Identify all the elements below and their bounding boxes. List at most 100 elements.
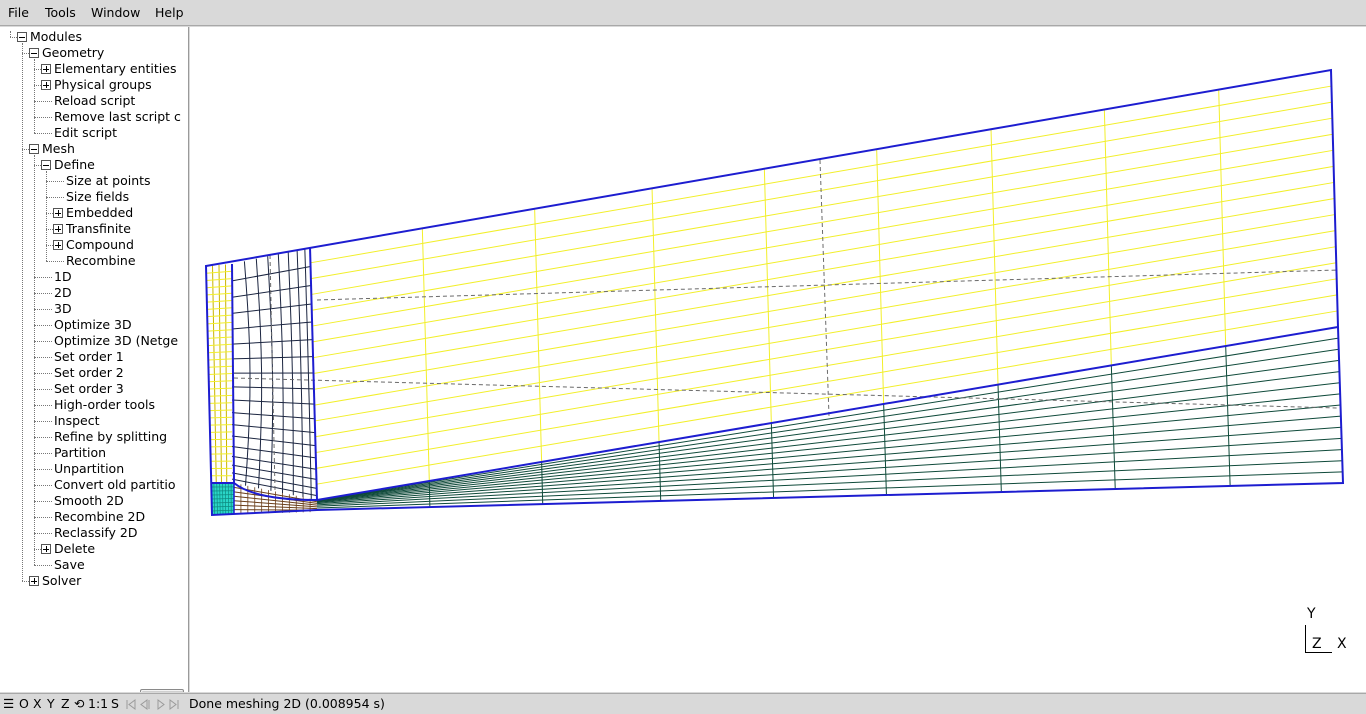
mesh-line-strip (207, 336, 233, 339)
expand-icon[interactable] (41, 544, 51, 554)
tree-options-button[interactable]: ⚙ ▽ (140, 689, 184, 692)
tree-item-high-order-tools[interactable]: High-order tools (0, 397, 188, 413)
menu-window[interactable]: Window (91, 5, 140, 21)
tree-item-geometry[interactable]: Geometry (0, 45, 188, 61)
expand-icon[interactable] (53, 224, 63, 234)
tree-item-physical-groups[interactable]: Physical groups (0, 77, 188, 93)
tree-item-size-fields[interactable]: Size fields (0, 189, 188, 205)
expand-icon[interactable] (53, 240, 63, 250)
tree-item-size-at-points[interactable]: Size at points (0, 173, 188, 189)
tree-connector (34, 309, 52, 310)
tree-connector (34, 69, 41, 70)
menu-help[interactable]: Help (155, 5, 184, 21)
tree-connector (46, 197, 64, 198)
view-y-button[interactable]: Y (47, 697, 55, 711)
tree-item-elementary-entities[interactable]: Elementary entities (0, 61, 188, 77)
tree-item-define[interactable]: Define (0, 157, 188, 173)
mesh-line-yellow (315, 278, 1337, 454)
tree-connector (22, 149, 29, 150)
expand-icon[interactable] (29, 576, 39, 586)
tree-item-label: Transfinite (66, 221, 131, 236)
view-origin-button[interactable]: O (19, 697, 29, 711)
tree-item-label: Reclassify 2D (54, 525, 138, 540)
mesh-line-strip (208, 373, 233, 375)
tree-item-label: Recombine (66, 253, 136, 268)
mesh-line-green (316, 437, 1342, 505)
menu-bar: File Tools Window Help (0, 0, 1366, 26)
tree-connector (46, 213, 53, 214)
mesh-line-strip (207, 329, 233, 332)
tree-item-set-order-1[interactable]: Set order 1 (0, 349, 188, 365)
mesh-line-strip (208, 387, 233, 390)
tree-item-set-order-2[interactable]: Set order 2 (0, 365, 188, 381)
tree-item-optimize-3d-netge[interactable]: Optimize 3D (Netge (0, 333, 188, 349)
module-tree-panel[interactable]: Modules Geometry Elementary entities Physic… (0, 27, 189, 692)
view-x-button[interactable]: X (33, 697, 42, 711)
tree-connector (34, 117, 52, 118)
mesh-line-strip (208, 380, 233, 383)
tree-item-edit-script[interactable]: Edit script (0, 125, 188, 141)
tree-item-reload-script[interactable]: Reload script (0, 93, 188, 109)
mesh-line-green (316, 415, 1341, 503)
tree-item-solver[interactable]: Solver (0, 573, 188, 589)
mesh-line-green (316, 460, 1343, 507)
tree-item-refine-by-splitting[interactable]: Refine by splitting (0, 429, 188, 445)
first-frame-icon[interactable] (126, 699, 136, 710)
collapse-icon[interactable] (29, 48, 39, 58)
mesh-canvas[interactable] (190, 27, 1366, 692)
tree-item-reclassify-2d[interactable]: Reclassify 2D (0, 525, 188, 541)
scale-one-button[interactable]: 1:1 (88, 697, 108, 711)
tree-item-2d[interactable]: 2D (0, 285, 188, 301)
play-icon[interactable] (157, 699, 165, 710)
tree-item-label: Set order 1 (54, 349, 124, 364)
last-frame-icon[interactable] (169, 699, 179, 710)
tree-item-delete[interactable]: Delete (0, 541, 188, 557)
tree-item-mesh[interactable]: Mesh (0, 141, 188, 157)
tree-item-modules[interactable]: Modules (0, 29, 188, 45)
tree-item-partition[interactable]: Partition (0, 445, 188, 461)
tree-item-set-order-3[interactable]: Set order 3 (0, 381, 188, 397)
tree-item-recombine[interactable]: Recombine (0, 253, 188, 269)
tree-item-save[interactable]: Save (0, 557, 188, 573)
mesh-line-dark (231, 265, 311, 282)
tree-connector (34, 485, 52, 486)
view-z-button[interactable]: Z (61, 697, 70, 711)
select-s-button[interactable]: S (111, 697, 119, 711)
tree-item-transfinite[interactable]: Transfinite (0, 221, 188, 237)
tree-item-recombine-2d[interactable]: Recombine 2D (0, 509, 188, 525)
menu-file[interactable]: File (8, 5, 29, 21)
tree-item-inspect[interactable]: Inspect (0, 413, 188, 429)
tree-connector (34, 437, 52, 438)
tree-item-label: Partition (54, 445, 107, 460)
tree-item-smooth-2d[interactable]: Smooth 2D (0, 493, 188, 509)
tree-connector (34, 533, 52, 534)
expand-icon[interactable] (41, 80, 51, 90)
menu-tools[interactable]: Tools (45, 5, 76, 21)
rotate-icon[interactable]: ⟲ (74, 697, 84, 711)
tree-item-convert-old-partitio[interactable]: Convert old partitio (0, 477, 188, 493)
tree-item-optimize-3d[interactable]: Optimize 3D (0, 317, 188, 333)
mesh-line-strip (208, 394, 233, 397)
tree-item-compound[interactable]: Compound (0, 237, 188, 253)
construction-line (819, 159, 830, 417)
tree-item-label: Save (54, 557, 85, 572)
previous-frame-icon[interactable] (140, 699, 150, 710)
tree-item-label: Convert old partitio (54, 477, 176, 492)
tree-item-unpartition[interactable]: Unpartition (0, 461, 188, 477)
tree-connector (34, 469, 52, 470)
hamburger-menu-icon[interactable]: ☰ (3, 697, 14, 711)
tree-item-remove-last-script-c[interactable]: Remove last script c (0, 109, 188, 125)
tree-item-label: Set order 2 (54, 365, 124, 380)
tree-item-embedded[interactable]: Embedded (0, 205, 188, 221)
collapse-icon[interactable] (29, 144, 39, 154)
collapse-icon[interactable] (41, 160, 51, 170)
tree-item-1d[interactable]: 1D (0, 269, 188, 285)
collapse-icon[interactable] (17, 32, 27, 42)
tree-item-label: 1D (54, 269, 72, 284)
mesh-line-yellow (311, 117, 1333, 295)
tree-item-3d[interactable]: 3D (0, 301, 188, 317)
graphics-viewport[interactable]: Y Z X (190, 27, 1366, 692)
expand-icon[interactable] (53, 208, 63, 218)
tree-connector (34, 165, 41, 166)
expand-icon[interactable] (41, 64, 51, 74)
